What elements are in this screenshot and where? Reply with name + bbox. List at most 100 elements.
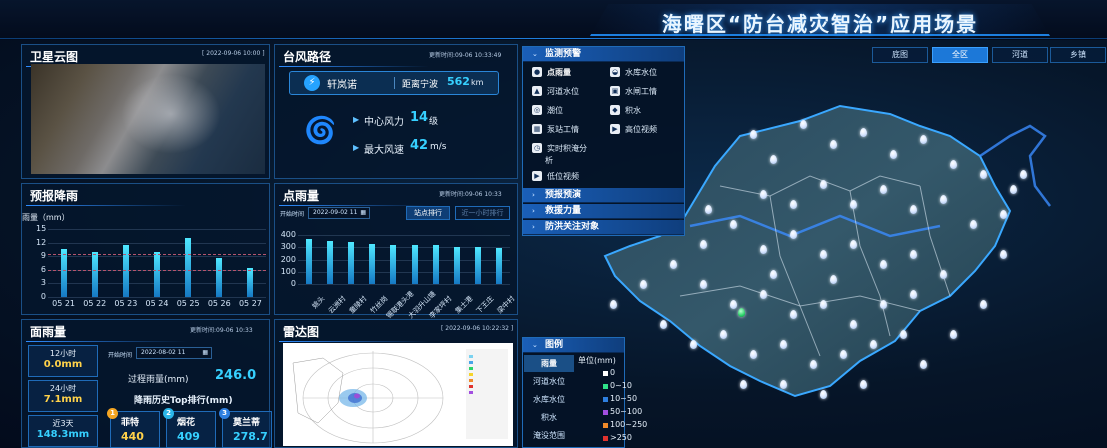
station-marker-icon[interactable]	[890, 150, 897, 159]
station-marker-icon[interactable]	[730, 220, 737, 229]
points-bar[interactable]	[326, 240, 333, 284]
station-marker-icon[interactable]	[720, 330, 727, 339]
station-marker-icon[interactable]	[880, 300, 887, 309]
points-bar[interactable]	[390, 244, 397, 284]
menu-item[interactable]: 水闸工情	[625, 86, 657, 97]
forecast-bar[interactable]	[91, 251, 98, 297]
station-marker-icon[interactable]	[830, 275, 837, 284]
station-marker-icon[interactable]	[690, 340, 697, 349]
menu-item[interactable]: 河道水位	[547, 86, 579, 97]
station-marker-icon[interactable]	[640, 280, 647, 289]
station-marker-icon[interactable]	[950, 160, 957, 169]
menu-item[interactable]: 析	[545, 155, 553, 166]
station-marker-icon[interactable]	[700, 280, 707, 289]
station-marker-icon[interactable]	[610, 300, 617, 309]
legend-tab[interactable]: 水库水位	[524, 391, 574, 408]
station-marker-icon[interactable]	[790, 230, 797, 239]
points-start-input[interactable]: 2022-09-02 11 ▦	[308, 207, 370, 219]
station-marker-icon[interactable]	[705, 205, 712, 214]
station-marker-icon[interactable]	[900, 330, 907, 339]
points-bar[interactable]	[454, 246, 460, 284]
station-marker-icon[interactable]	[780, 380, 787, 389]
menu-item[interactable]: 点雨量	[547, 67, 571, 78]
station-marker-icon[interactable]	[980, 300, 987, 309]
menu-item[interactable]: 实时积淹分	[547, 143, 587, 154]
station-marker-icon[interactable]	[660, 320, 667, 329]
legend-tab[interactable]: 河道水位	[524, 373, 574, 390]
summary-box[interactable]: 12小时 0.0mm	[28, 345, 98, 377]
forecast-bar[interactable]	[60, 249, 67, 297]
hour-rank-button[interactable]: 近一小时排行	[455, 206, 510, 220]
menu-item[interactable]: 高位视频	[625, 124, 657, 135]
points-bar[interactable]	[348, 241, 354, 284]
legend-tab[interactable]: 淹没范围	[524, 427, 574, 444]
menu-focus-header[interactable]: › 防洪关注对象	[523, 220, 684, 235]
station-marker-icon[interactable]	[870, 340, 877, 349]
station-marker-icon[interactable]	[820, 300, 827, 309]
summary-box[interactable]: 24小时 7.1mm	[28, 380, 98, 412]
station-marker-icon[interactable]	[820, 250, 827, 259]
rainfall-start-input[interactable]: 2022-08-02 11 ▦	[136, 347, 212, 359]
summary-box[interactable]: 近3天 148.3mm	[28, 415, 98, 447]
legend-tab[interactable]: 积水	[524, 409, 574, 426]
legend-tab[interactable]: 雨量	[524, 355, 574, 372]
station-marker-icon[interactable]	[1010, 185, 1017, 194]
forecast-bar[interactable]	[216, 258, 223, 297]
station-marker-icon[interactable]	[800, 120, 807, 129]
station-marker-icon[interactable]	[820, 390, 827, 399]
points-bar[interactable]	[411, 245, 418, 284]
rank-card[interactable]: 3 莫兰蒂 278.7	[219, 408, 272, 448]
station-marker-icon[interactable]	[1020, 170, 1027, 179]
points-bar[interactable]	[432, 245, 439, 284]
satellite-image[interactable]	[31, 64, 265, 174]
station-marker-icon[interactable]	[910, 205, 917, 214]
station-marker-icon[interactable]	[820, 180, 827, 189]
station-marker-icon[interactable]	[760, 190, 767, 199]
rank-card[interactable]: 1 菲特 440	[107, 408, 160, 448]
station-marker-icon[interactable]	[920, 360, 927, 369]
menu-item[interactable]: 潮位	[547, 105, 563, 116]
station-marker-icon[interactable]	[750, 350, 757, 359]
map-tab-2[interactable]: 河道	[992, 47, 1048, 63]
station-marker-icon[interactable]	[880, 260, 887, 269]
station-marker-icon[interactable]	[1000, 210, 1007, 219]
station-marker-icon[interactable]	[950, 330, 957, 339]
menu-item[interactable]: 低位视频	[547, 171, 579, 182]
station-marker-icon[interactable]	[940, 195, 947, 204]
station-marker-icon[interactable]	[970, 220, 977, 229]
station-marker-icon[interactable]	[790, 310, 797, 319]
station-marker-icon[interactable]	[700, 240, 707, 249]
station-marker-icon[interactable]	[810, 360, 817, 369]
map-tab-3[interactable]: 乡镇	[1050, 47, 1106, 63]
station-marker-icon[interactable]	[1000, 250, 1007, 259]
station-marker-icon[interactable]	[980, 170, 987, 179]
menu-rescue-header[interactable]: › 救援力量	[523, 204, 684, 219]
station-marker-icon[interactable]	[750, 130, 757, 139]
station-marker-icon[interactable]	[880, 185, 887, 194]
legend-header[interactable]: ⌄ 图例	[523, 338, 624, 353]
station-marker-icon[interactable]	[940, 270, 947, 279]
forecast-bar[interactable]	[154, 251, 160, 297]
station-marker-icon[interactable]	[738, 308, 745, 317]
points-bar[interactable]	[369, 243, 376, 284]
station-marker-icon[interactable]	[780, 340, 787, 349]
menu-item[interactable]: 积水	[625, 105, 641, 116]
menu-forecast-header[interactable]: › 预报预演	[523, 188, 684, 203]
map-tab-1[interactable]: 全区	[932, 47, 988, 63]
station-marker-icon[interactable]	[770, 270, 777, 279]
station-marker-icon[interactable]	[760, 290, 767, 299]
station-marker-icon[interactable]	[730, 300, 737, 309]
station-marker-icon[interactable]	[920, 135, 927, 144]
rank-card[interactable]: 2 烟花 409	[163, 408, 216, 448]
station-marker-icon[interactable]	[670, 260, 677, 269]
station-marker-icon[interactable]	[830, 140, 837, 149]
forecast-bar[interactable]	[185, 238, 192, 297]
station-marker-icon[interactable]	[860, 128, 867, 137]
station-marker-icon[interactable]	[850, 240, 857, 249]
menu-item[interactable]: 泵站工情	[547, 124, 579, 135]
menu-monitor-header[interactable]: ⌄ 监测预警	[523, 47, 684, 62]
station-marker-icon[interactable]	[910, 290, 917, 299]
station-marker-icon[interactable]	[770, 155, 777, 164]
station-marker-icon[interactable]	[790, 200, 797, 209]
map-tab-0[interactable]: 底图	[872, 47, 928, 63]
